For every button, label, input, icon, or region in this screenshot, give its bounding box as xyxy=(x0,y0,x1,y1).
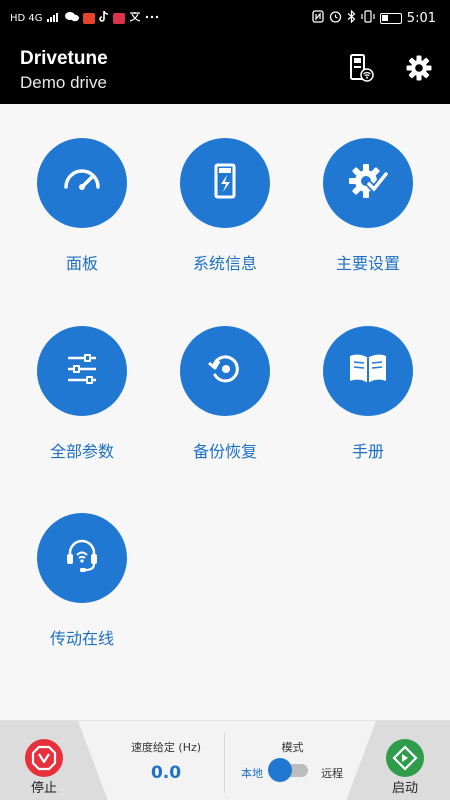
app-header: Drivetune Demo drive xyxy=(0,36,450,104)
mode-local-label: 本地 xyxy=(241,767,263,780)
tile-drive-online-circle xyxy=(37,513,127,603)
settings-button[interactable] xyxy=(403,54,435,86)
start-icon xyxy=(386,739,424,777)
app-notification-icon xyxy=(82,12,95,24)
app-title: Drivetune xyxy=(20,48,108,69)
sliders-icon xyxy=(62,349,102,393)
local-remote-toggle[interactable] xyxy=(268,758,308,782)
tile-drive-online[interactable]: 传动在线 xyxy=(22,513,142,663)
vibrate-icon xyxy=(361,9,375,27)
start-button[interactable]: 启动 xyxy=(346,721,450,800)
drive-connection-button[interactable] xyxy=(344,54,376,86)
tile-manual-label: 手册 xyxy=(351,442,384,461)
tile-manual[interactable]: 手册 xyxy=(308,326,428,476)
dashboard-gauge-icon xyxy=(62,161,102,205)
tile-manual-circle xyxy=(323,326,413,416)
nfc-icon xyxy=(312,9,324,27)
mode-remote-label: 远程 xyxy=(321,767,343,780)
toggle-knob xyxy=(268,758,292,782)
backup-restore-icon xyxy=(205,349,245,393)
bottom-control-bar: 停止 速度给定 (Hz) 0.0 模式 本地 远程 启动 xyxy=(0,720,450,800)
book-icon xyxy=(347,349,389,393)
gear-check-icon xyxy=(347,160,389,206)
speed-reference-title: 速度给定 (Hz) xyxy=(130,741,202,754)
drive-name: Demo drive xyxy=(20,73,107,92)
tile-system-info-label: 系统信息 xyxy=(192,254,257,273)
alarm-icon xyxy=(329,10,342,27)
tile-all-parameters-label: 全部参数 xyxy=(49,442,114,461)
stop-icon xyxy=(25,739,63,777)
tile-backup-restore-circle xyxy=(180,326,270,416)
signal-icon xyxy=(46,11,61,25)
network-label: HD 4G xyxy=(10,12,43,24)
speed-reference-value: 0.0 xyxy=(150,763,182,783)
drive-wifi-icon xyxy=(346,53,374,87)
tile-dashboard[interactable]: 面板 xyxy=(22,138,142,288)
battery-icon xyxy=(379,12,402,24)
wechat-icon xyxy=(64,11,79,25)
tile-all-parameters[interactable]: 全部参数 xyxy=(22,326,142,476)
stop-label: 停止 xyxy=(30,781,57,796)
app-notification-icon-2 xyxy=(112,12,125,24)
tile-dashboard-circle xyxy=(37,138,127,228)
more-icon xyxy=(145,11,159,25)
drive-device-icon xyxy=(205,161,245,205)
tile-system-info-circle xyxy=(180,138,270,228)
tile-dashboard-label: 面板 xyxy=(65,254,98,273)
tile-drive-online-label: 传动在线 xyxy=(49,629,114,648)
status-bar: HD 4G 5:01 xyxy=(0,0,450,36)
tile-backup-restore[interactable]: 备份恢复 xyxy=(165,326,285,476)
tile-all-parameters-circle xyxy=(37,326,127,416)
start-label: 启动 xyxy=(391,781,418,796)
status-right: 5:01 xyxy=(312,9,436,27)
status-left: HD 4G xyxy=(10,10,159,25)
tile-primary-settings-circle xyxy=(323,138,413,228)
status-time: 5:01 xyxy=(406,10,436,26)
gear-icon xyxy=(405,54,433,86)
speed-reference[interactable]: 速度给定 (Hz) 0.0 xyxy=(108,721,224,800)
translate-icon xyxy=(129,11,141,25)
headset-support-icon xyxy=(61,535,103,581)
tile-primary-settings[interactable]: 主要设置 xyxy=(308,138,428,288)
mode-title: 模式 xyxy=(281,741,304,754)
bluetooth-icon xyxy=(347,9,356,27)
tile-primary-settings-label: 主要设置 xyxy=(335,254,400,273)
tile-system-info[interactable]: 系统信息 xyxy=(165,138,285,288)
main-menu-grid: 面板 系统信息 主要设置 全部参数 备份恢复 手册 传动在线 xyxy=(0,104,450,720)
tile-backup-restore-label: 备份恢复 xyxy=(192,442,257,461)
stop-button[interactable]: 停止 xyxy=(0,721,110,800)
tiktok-icon xyxy=(98,10,109,25)
mode-control: 模式 本地 远程 xyxy=(225,721,360,800)
